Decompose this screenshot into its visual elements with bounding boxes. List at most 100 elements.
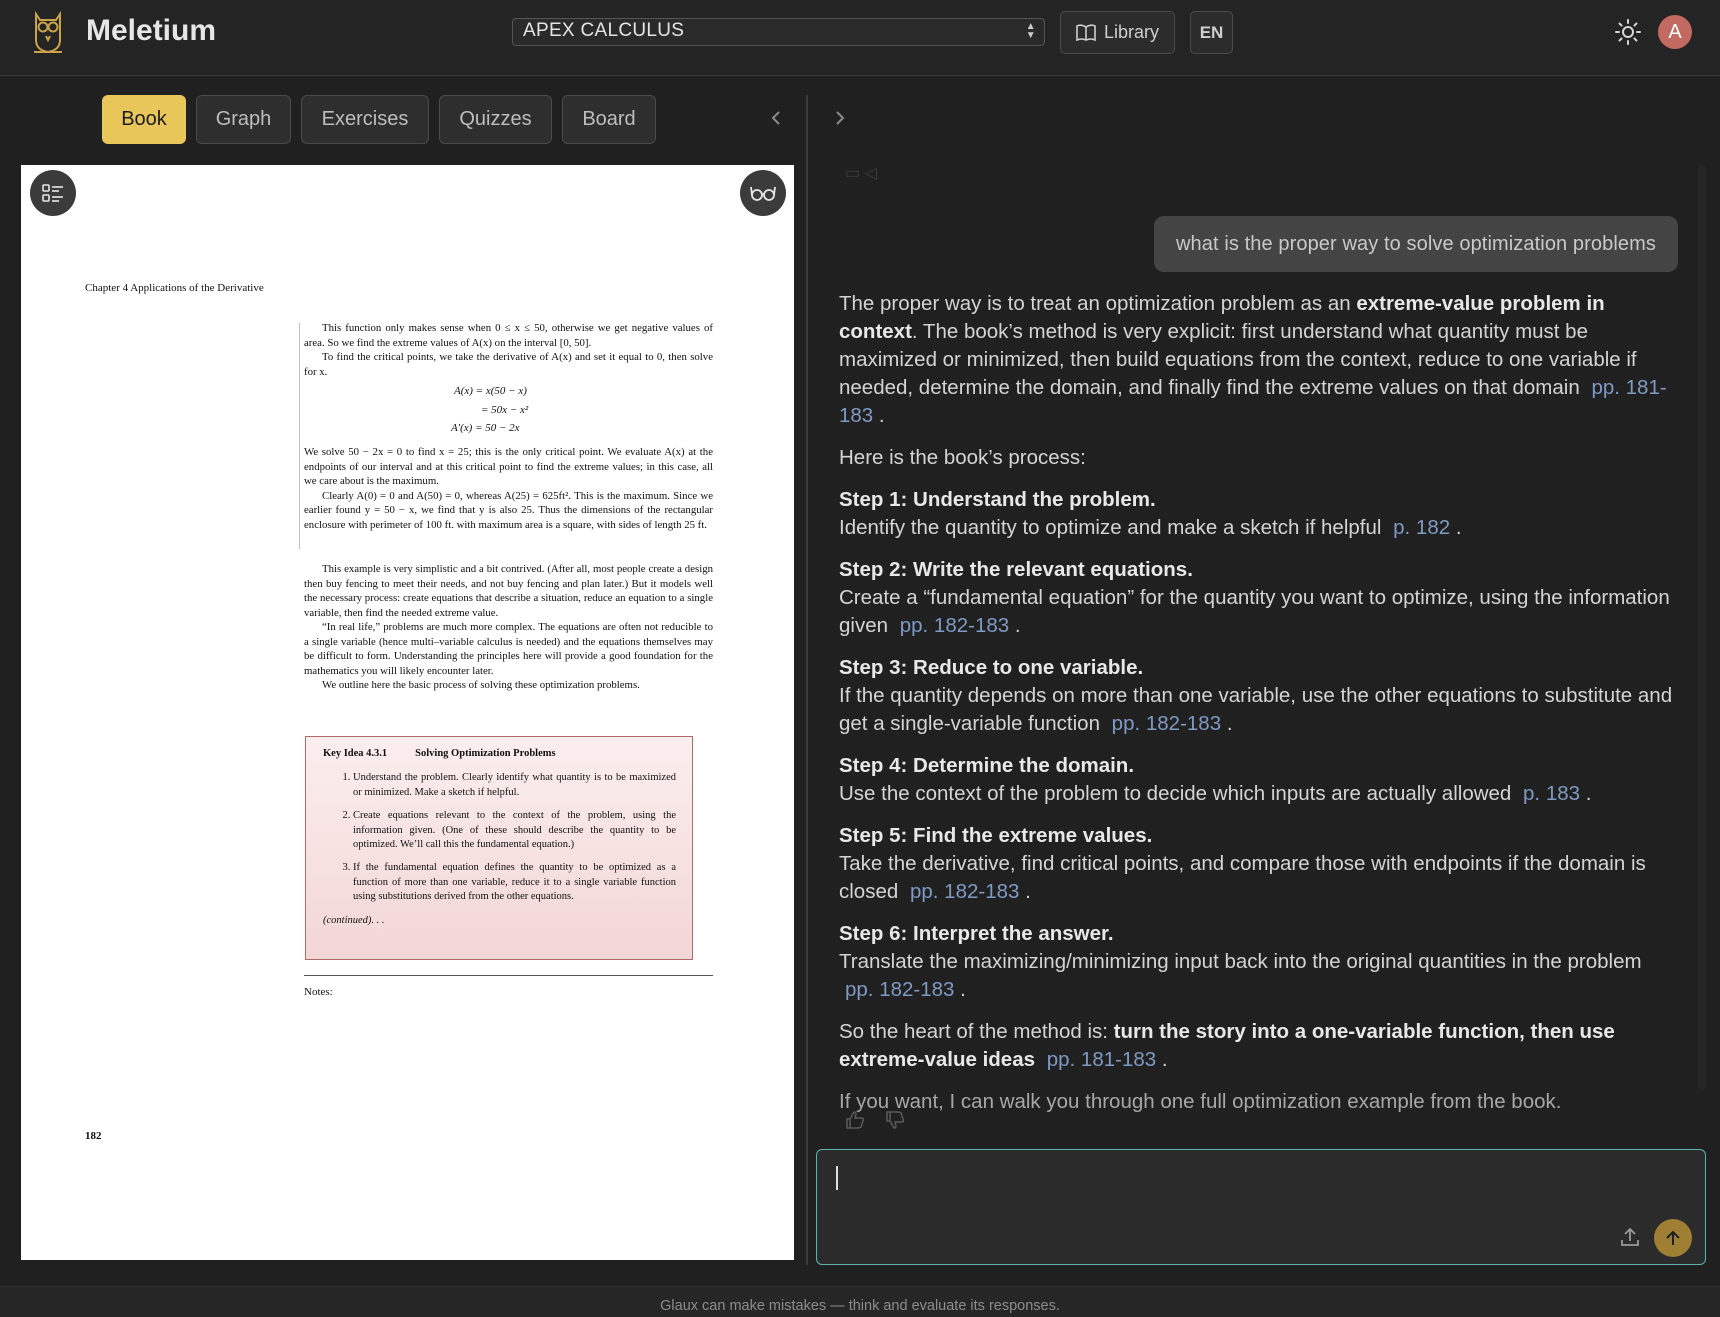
- answer-step: Step 5: Find the extreme values. Take th…: [839, 822, 1677, 906]
- answer-period: .: [1025, 880, 1031, 903]
- key-idea-list: Understand the problem. Clearly identify…: [353, 771, 676, 904]
- user-message: what is the proper way to solve optimiza…: [1154, 216, 1678, 272]
- select-arrows-icon: ▲ ▼: [1025, 21, 1036, 41]
- page-reference-link[interactable]: pp. 182-183: [845, 978, 954, 1001]
- chevron-left-icon[interactable]: [768, 106, 784, 130]
- tab-book[interactable]: Book: [102, 95, 186, 144]
- key-idea-number: Key Idea 4.3.1: [323, 748, 388, 759]
- math-line: A(x) = x(50 − x): [454, 385, 527, 397]
- key-idea-item: If the fundamental equation defines the …: [353, 861, 676, 904]
- key-idea-box: Key Idea 4.3.1 Solving Optimization Probl…: [305, 736, 693, 960]
- tab-exercises[interactable]: Exercises: [301, 95, 429, 144]
- tab-graph[interactable]: Graph: [196, 95, 291, 144]
- page-reference-link[interactable]: pp. 182-183: [910, 880, 1019, 903]
- assistant-answer: The proper way is to treat an optimizati…: [839, 290, 1677, 1130]
- thumbs-up-icon[interactable]: [845, 1110, 865, 1130]
- page-reference-link[interactable]: p. 182: [1393, 516, 1450, 539]
- list-icon: [42, 184, 63, 202]
- key-idea-heading: Key Idea 4.3.1 Solving Optimization Probl…: [323, 747, 676, 761]
- owl-logo-icon[interactable]: [32, 10, 64, 54]
- step-text: Translate the maximizing/minimizing inpu…: [839, 950, 1642, 973]
- book-page: Chapter 4 Applications of the Derivative…: [21, 165, 794, 1260]
- step-title: Step 5: Find the extreme values.: [839, 824, 1153, 847]
- answer-period: .: [1226, 712, 1233, 735]
- glasses-icon: [750, 186, 776, 201]
- step-title: Step 3: Reduce to one variable.: [839, 656, 1144, 679]
- step-text: Identify the quantity to optimize and ma…: [839, 516, 1382, 539]
- answer-intro: The proper way is to treat an optimizati…: [839, 290, 1677, 430]
- send-button[interactable]: [1654, 1219, 1692, 1257]
- answer-period: .: [1455, 516, 1462, 539]
- example-rule: [299, 323, 300, 549]
- disclaimer: Glaux can make mistakes — think and eval…: [660, 1298, 1060, 1314]
- answer-text: . The book’s method is very explicit: fi…: [839, 320, 1637, 399]
- text-caret: [836, 1166, 838, 1190]
- sun-icon[interactable]: [1614, 18, 1642, 46]
- previous-feedback-icons: ▭ ◁: [845, 165, 877, 182]
- answer-offer: If you want, I can walk you through one …: [839, 1090, 1562, 1113]
- page-paragraph: Clearly A(0) = 0 and A(50) = 0, whereas …: [304, 489, 713, 531]
- answer-summary: So the heart of the method is: turn the …: [839, 1018, 1677, 1074]
- answer-period: .: [960, 978, 966, 1001]
- step-title: Step 6: Interpret the answer.: [839, 922, 1114, 945]
- book-open-icon: [1076, 23, 1096, 41]
- notes-rule: [304, 975, 713, 976]
- answer-text: So the heart of the method is:: [839, 1020, 1114, 1043]
- book-select[interactable]: APEX CALCULUS ▲ ▼: [512, 18, 1045, 46]
- answer-step: Step 2: Write the relevant equations. Cr…: [839, 556, 1677, 640]
- notes-label: Notes:: [304, 986, 333, 998]
- page-paragraph: To find the critical points, we take the…: [304, 351, 713, 378]
- page-number: 182: [85, 1130, 102, 1142]
- step-text: Use the context of the problem to decide…: [839, 782, 1512, 805]
- page-paragraph: We solve 50 − 2x = 0 to find x = 25; thi…: [304, 446, 713, 487]
- answer-step: Step 3: Reduce to one variable. If the q…: [839, 654, 1677, 738]
- reading-mode-button[interactable]: [740, 170, 786, 216]
- answer-period: .: [1161, 1048, 1168, 1071]
- book-select-value: APEX CALCULUS: [523, 20, 685, 41]
- math-line: = 50x − x²: [481, 404, 529, 416]
- chat-scrollbar[interactable]: [1698, 165, 1706, 1090]
- answer-process-line: Here is the book’s process:: [839, 446, 1086, 469]
- page-paragraph: “In real life,” problems are much more c…: [304, 621, 713, 677]
- step-text: If the quantity depends on more than one…: [839, 684, 1673, 735]
- footer: Glaux can make mistakes — think and eval…: [0, 1286, 1720, 1317]
- chat-composer: [816, 1149, 1706, 1265]
- language-button[interactable]: EN: [1190, 11, 1233, 54]
- step-title: Step 4: Determine the domain.: [839, 754, 1135, 777]
- chevron-right-icon[interactable]: [832, 106, 848, 130]
- toc-button[interactable]: [30, 170, 76, 216]
- page-paragraph: We outline here the basic process of sol…: [322, 679, 640, 691]
- chat-input[interactable]: [835, 1164, 1675, 1198]
- arrow-up-icon: [1666, 1230, 1680, 1245]
- page-reference-link[interactable]: pp. 182-183: [1112, 712, 1221, 735]
- page-paragraph: This example is very simplistic and a bi…: [304, 563, 713, 619]
- page-reference-link[interactable]: p. 183: [1523, 782, 1580, 805]
- page-reference-link[interactable]: pp. 182-183: [900, 614, 1009, 637]
- app-name: Meletium: [86, 14, 217, 47]
- thumbs-down-icon[interactable]: [885, 1110, 905, 1130]
- key-idea-continued: (continued). . .: [323, 914, 385, 926]
- library-label: Library: [1103, 22, 1160, 42]
- page-text-lower: This example is very simplistic and a bi…: [304, 562, 713, 693]
- page-text-middle: We solve 50 − 2x = 0 to find x = 25; thi…: [304, 445, 713, 532]
- avatar[interactable]: A: [1658, 15, 1692, 49]
- upload-icon[interactable]: [1618, 1225, 1642, 1249]
- tab-quizzes[interactable]: Quizzes: [439, 95, 552, 144]
- key-idea-item: Understand the problem. Clearly identify…: [353, 771, 676, 800]
- library-button[interactable]: Library: [1060, 11, 1175, 54]
- answer-step: Step 6: Interpret the answer. Translate …: [839, 920, 1677, 1004]
- tab-board[interactable]: Board: [562, 95, 656, 144]
- feedback-buttons: [845, 1110, 905, 1130]
- answer-text: The proper way is to treat an optimizati…: [839, 292, 1357, 315]
- answer-step: Step 1: Understand the problem. Identify…: [839, 486, 1677, 542]
- answer-period: .: [878, 404, 885, 427]
- app-header: Meletium APEX CALCULUS ▲ ▼ Library EN A: [0, 0, 1720, 76]
- page-reference-link[interactable]: pp. 181-183: [1047, 1048, 1156, 1071]
- key-idea-item: Create equations relevant to the context…: [353, 809, 676, 852]
- step-title: Step 2: Write the relevant equations.: [839, 558, 1193, 581]
- answer-period: .: [1585, 782, 1592, 805]
- math-line: A′(x) = 50 − 2x: [451, 422, 520, 434]
- page-paragraph: This function only makes sense when 0 ≤ …: [304, 322, 713, 349]
- answer-step: Step 4: Determine the domain. Use the co…: [839, 752, 1677, 808]
- panel-divider[interactable]: [806, 95, 808, 1265]
